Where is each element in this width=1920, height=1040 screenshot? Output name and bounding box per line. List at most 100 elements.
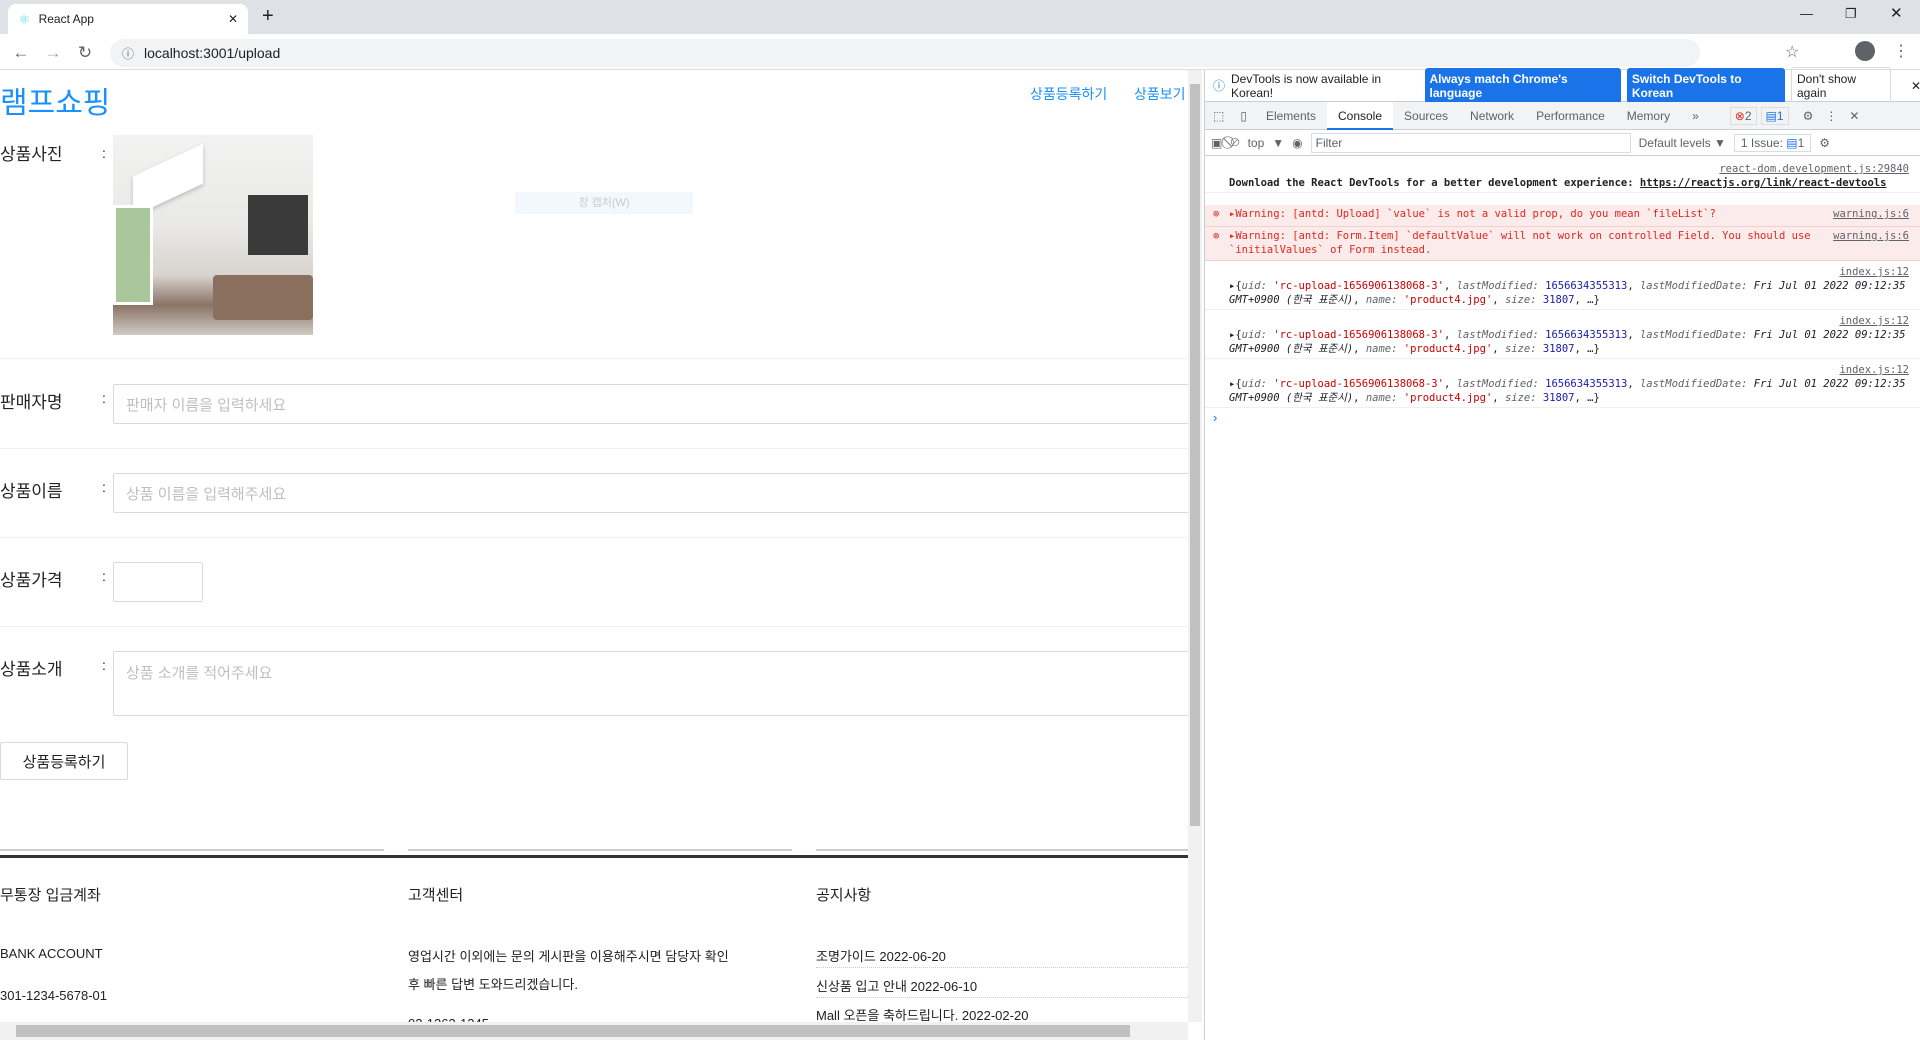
maximize-button[interactable]: ❐ xyxy=(1845,6,1857,22)
scrollbar-thumb[interactable] xyxy=(1190,84,1200,826)
divider xyxy=(0,358,1188,359)
kebab-icon[interactable]: ⋮ xyxy=(1825,109,1837,123)
devtools-link[interactable]: https://reactjs.org/link/react-devtools xyxy=(1640,177,1887,189)
nav-upload-link[interactable]: 상품등록하기 xyxy=(1030,84,1107,104)
console-log-object[interactable]: index.js:12 ▸{uid: 'rc-upload-16569061380… xyxy=(1205,312,1920,359)
levels-select[interactable]: Default levels ▼ xyxy=(1639,136,1726,150)
eye-icon[interactable]: ◉ xyxy=(1292,136,1302,150)
devtools-tabs: ⬚ ▯ Elements Console Sources Network Per… xyxy=(1205,101,1920,130)
footer-notice-title: 공지사항 xyxy=(816,887,872,904)
new-tab-button[interactable]: + xyxy=(262,5,274,28)
source-link[interactable]: index.js:12 xyxy=(1229,314,1909,328)
sidebar-icon[interactable]: ▣ xyxy=(1211,136,1222,150)
minimize-button[interactable]: — xyxy=(1800,6,1813,21)
footer-bank-title: 무통장 입금계좌 xyxy=(0,887,101,904)
description-textarea[interactable]: 상품 소개를 적어주세요 xyxy=(113,651,1188,716)
source-link[interactable]: index.js:12 xyxy=(1229,363,1909,377)
footer-cs-title: 고객센터 xyxy=(408,887,464,904)
divider xyxy=(0,626,1188,627)
colon: : xyxy=(102,657,106,673)
price-input[interactable] xyxy=(113,562,203,602)
inspect-icon[interactable]: ⬚ xyxy=(1205,109,1232,123)
seller-input[interactable]: 판매자 이름을 입력하세요 xyxy=(113,384,1188,424)
error-icon: ⊗ xyxy=(1213,230,1220,242)
menu-icon[interactable]: ⋮ xyxy=(1893,41,1909,61)
colon: : xyxy=(102,390,106,406)
filter-input[interactable]: Filter xyxy=(1310,132,1631,153)
tab-console[interactable]: Console xyxy=(1326,101,1394,130)
source-link[interactable]: warning.js:6 xyxy=(1833,207,1909,221)
source-link[interactable]: index.js:12 xyxy=(1229,265,1909,279)
divider xyxy=(816,997,1188,998)
footer-border xyxy=(0,855,1188,858)
tab-elements[interactable]: Elements xyxy=(1255,102,1327,130)
photo-label: 상품사진 xyxy=(0,145,63,164)
dont-show-button[interactable]: Don't show again xyxy=(1791,66,1891,105)
message-count[interactable]: ▤1 xyxy=(1760,106,1789,125)
price-label: 상품가격 xyxy=(0,571,63,590)
divider xyxy=(408,849,792,851)
vertical-scrollbar[interactable] xyxy=(1188,70,1202,1022)
profile-icon[interactable] xyxy=(1855,41,1875,61)
console-prompt[interactable]: › xyxy=(1213,410,1217,425)
device-icon[interactable]: ▯ xyxy=(1232,109,1255,123)
nav-products-link[interactable]: 상품보기 xyxy=(1134,84,1186,104)
product-photo-upload[interactable] xyxy=(113,135,313,335)
seller-label: 판매자명 xyxy=(0,393,63,412)
match-language-button[interactable]: Always match Chrome's language xyxy=(1424,67,1621,104)
error-icon: ⊗ xyxy=(1213,208,1220,220)
console-message: react-dom.development.js:29840 Download … xyxy=(1205,160,1920,193)
console-toolbar: ▣ ⃠⊘ top ▼ ◉ Filter Default levels ▼ 1 Is… xyxy=(1205,130,1920,156)
info-icon[interactable]: ⓘ xyxy=(122,45,134,62)
console-log-object[interactable]: index.js:12 ▸{uid: 'rc-upload-16569061380… xyxy=(1205,263,1920,310)
tooltip: 창 캡처(W) xyxy=(515,192,693,214)
star-icon[interactable]: ☆ xyxy=(1785,42,1799,62)
close-tab-icon[interactable]: ✕ xyxy=(228,12,238,26)
divider xyxy=(0,537,1188,538)
gear-icon[interactable]: ⚙ xyxy=(1803,109,1814,123)
console-error[interactable]: ⊗ warning.js:6 ▸Warning: [antd: Form.Ite… xyxy=(1205,227,1920,261)
product-name-input[interactable]: 상품 이름을 입력해주세요 xyxy=(113,473,1188,513)
switch-korean-button[interactable]: Switch DevTools to Korean xyxy=(1626,67,1785,104)
browser-tab[interactable]: ⚛ React App ✕ xyxy=(8,4,248,34)
scrollbar-thumb[interactable] xyxy=(16,1025,1130,1037)
cs-text: 후 빠른 답변 도와드리겠습니다. xyxy=(408,977,578,992)
address-bar: ← → ↻ ⓘ localhost:3001/upload ☆ ⋮ xyxy=(0,34,1920,70)
console-error[interactable]: ⊗ warning.js:6 ▸Warning: [antd: Upload] … xyxy=(1205,205,1920,227)
back-icon[interactable]: ← xyxy=(10,42,32,64)
reload-icon[interactable]: ↻ xyxy=(74,42,96,64)
tab-title: React App xyxy=(38,12,94,26)
more-tabs[interactable]: » xyxy=(1681,102,1710,130)
divider xyxy=(0,849,384,851)
console-log-object[interactable]: index.js:12 ▸{uid: 'rc-upload-16569061380… xyxy=(1205,361,1920,408)
context-select[interactable]: top xyxy=(1248,136,1265,150)
clear-icon[interactable]: ⃠⊘ xyxy=(1230,135,1239,150)
notice-item[interactable]: 신상품 입고 안내 2022-06-10 xyxy=(816,976,977,995)
notice-item[interactable]: Mall 오픈을 축하드립니다. 2022-02-20 xyxy=(816,1005,1028,1022)
close-window-button[interactable]: ✕ xyxy=(1890,4,1903,22)
colon: : xyxy=(102,145,106,161)
cs-text: 영업시간 이외에는 문의 게시판을 이용해주시면 담당자 확인 xyxy=(408,949,729,964)
tab-memory[interactable]: Memory xyxy=(1616,102,1681,130)
tab-network[interactable]: Network xyxy=(1459,102,1525,130)
tab-performance[interactable]: Performance xyxy=(1525,102,1616,130)
issues-button[interactable]: 1 Issue: ▤1 xyxy=(1733,133,1812,152)
error-count[interactable]: ⊗2 xyxy=(1729,106,1757,125)
notice-item[interactable]: 조명가이드 2022-06-20 xyxy=(816,946,946,965)
console-settings-icon[interactable]: ⚙ xyxy=(1819,136,1830,150)
source-link[interactable]: react-dom.development.js:29840 xyxy=(1229,162,1909,176)
logo[interactable]: 램프쇼핑 xyxy=(0,78,110,122)
horizontal-scrollbar[interactable] xyxy=(0,1022,1188,1040)
submit-button[interactable]: 상품등록하기 xyxy=(0,742,128,780)
close-icon[interactable]: ✕ xyxy=(1911,79,1920,93)
bank-label: BANK ACCOUNT xyxy=(0,946,103,961)
forward-icon[interactable]: → xyxy=(42,42,64,64)
colon: : xyxy=(102,479,106,495)
colon: : xyxy=(102,568,106,584)
source-link[interactable]: warning.js:6 xyxy=(1833,229,1909,243)
close-devtools-icon[interactable]: ✕ xyxy=(1849,109,1859,123)
divider xyxy=(0,448,1188,449)
info-icon: ⓘ xyxy=(1213,79,1226,93)
tab-sources[interactable]: Sources xyxy=(1393,102,1459,130)
url-input[interactable]: ⓘ localhost:3001/upload xyxy=(110,39,1700,67)
